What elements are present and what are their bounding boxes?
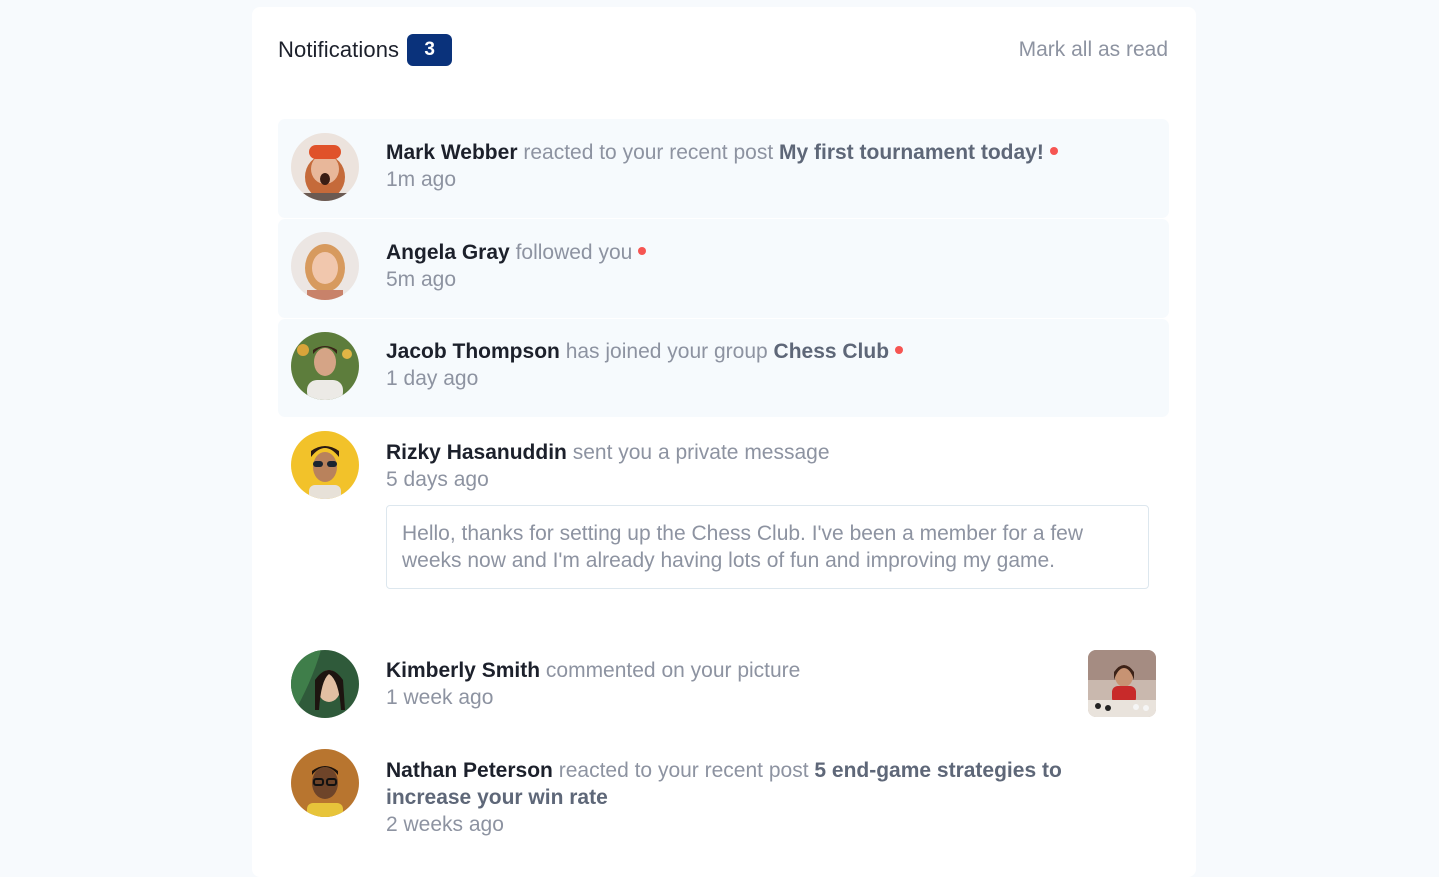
timestamp: 2 weeks ago	[386, 813, 504, 836]
notification-action: commented on your picture	[545, 659, 801, 682]
avatar[interactable]	[291, 650, 359, 718]
notification-text: Nathan Peterson reacted to your recent p…	[386, 757, 1146, 838]
post-link[interactable]: My first tournament today!	[779, 141, 1044, 164]
avatar[interactable]	[291, 332, 359, 400]
notification-item[interactable]: Jacob Thompson has joined your group Che…	[278, 319, 1169, 417]
notification-action: followed you	[515, 241, 633, 264]
notification-item[interactable]: Kimberly Smith commented on your picture…	[278, 637, 1169, 727]
user-name[interactable]: Rizky Hasanuddin	[386, 441, 567, 464]
timestamp: 1m ago	[386, 168, 457, 191]
page-title: Notifications	[278, 37, 400, 62]
notification-text: Kimberly Smith commented on your picture…	[386, 657, 800, 711]
notification-item[interactable]: Nathan Peterson reacted to your recent p…	[278, 737, 1169, 857]
user-name[interactable]: Nathan Peterson	[386, 759, 553, 782]
unread-dot	[638, 247, 647, 256]
notification-action: reacted to your recent post	[523, 141, 774, 164]
avatar[interactable]	[291, 133, 359, 201]
notification-text: Mark Webber reacted to your recent post …	[386, 139, 1058, 193]
user-name[interactable]: Kimberly Smith	[386, 659, 540, 682]
notification-item[interactable]: Rizky Hasanuddin sent you a private mess…	[278, 419, 1169, 629]
private-message-preview[interactable]: Hello, thanks for setting up the Chess C…	[386, 505, 1149, 589]
notification-action: reacted to your recent post	[558, 759, 809, 782]
timestamp: 1 week ago	[386, 686, 494, 709]
user-name[interactable]: Jacob Thompson	[386, 340, 560, 363]
mark-all-as-read-button[interactable]: Mark all as read	[1019, 38, 1168, 62]
timestamp: 5m ago	[386, 268, 457, 291]
notification-text: Rizky Hasanuddin sent you a private mess…	[386, 439, 830, 493]
unread-dot	[895, 346, 904, 355]
header-title-group: Notifications 3	[278, 34, 453, 66]
notification-text: Jacob Thompson has joined your group Che…	[386, 338, 904, 392]
avatar[interactable]	[291, 431, 359, 499]
group-link[interactable]: Chess Club	[774, 340, 890, 363]
avatar[interactable]	[291, 749, 359, 817]
header: Notifications 3 Mark all as read	[278, 32, 1168, 68]
notification-item[interactable]: Angela Gray followed you 5m ago	[278, 219, 1169, 318]
unread-dot	[1049, 147, 1058, 156]
avatar[interactable]	[291, 232, 359, 300]
notification-action: has joined your group	[565, 340, 768, 363]
notifications-card: Notifications 3 Mark all as read Mark We…	[252, 7, 1196, 877]
timestamp: 5 days ago	[386, 468, 489, 491]
unread-count-badge: 3	[407, 34, 453, 66]
commented-picture-thumbnail[interactable]	[1088, 650, 1156, 717]
notification-action: sent you a private message	[572, 441, 830, 464]
user-name[interactable]: Mark Webber	[386, 141, 518, 164]
notification-text: Angela Gray followed you 5m ago	[386, 239, 647, 293]
notification-item[interactable]: Mark Webber reacted to your recent post …	[278, 119, 1169, 218]
user-name[interactable]: Angela Gray	[386, 241, 510, 264]
timestamp: 1 day ago	[386, 367, 479, 390]
